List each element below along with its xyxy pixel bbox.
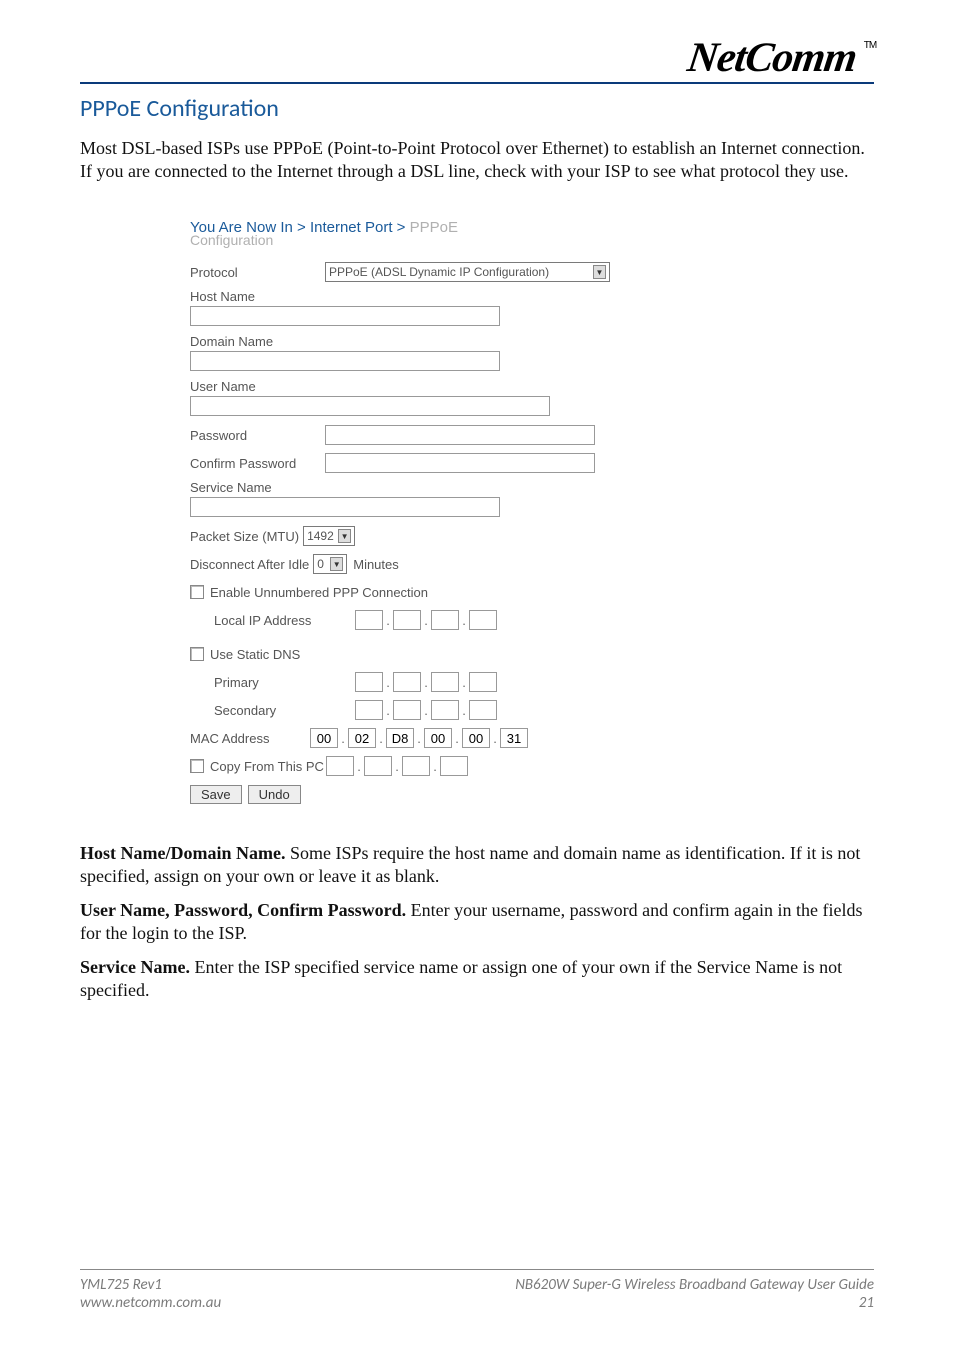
mac-5[interactable] <box>462 728 490 748</box>
local-ip-2[interactable] <box>393 610 421 630</box>
secondary-dns-4[interactable] <box>469 700 497 720</box>
page-footer: YML725 Rev1 www.netcomm.com.au NB620W Su… <box>80 1269 874 1312</box>
service-name-label: Service Name <box>190 480 272 495</box>
footer-right: NB620W Super-G Wireless Broadband Gatewa… <box>515 1276 874 1312</box>
netcomm-logo: NetComm TM <box>685 34 878 82</box>
disconnect-suffix: Minutes <box>353 557 399 572</box>
local-ip-1[interactable] <box>355 610 383 630</box>
disconnect-value: 0 <box>317 557 324 571</box>
host-name-paragraph: Host Name/Domain Name. Some ISPs require… <box>80 842 874 887</box>
footer-guide-title: NB620W Super-G Wireless Broadband Gatewa… <box>515 1276 874 1294</box>
local-ip-group: . . . <box>355 610 497 630</box>
domain-name-input[interactable] <box>190 351 500 371</box>
user-name-input[interactable] <box>190 396 550 416</box>
service-name-text: Enter the ISP specified service name or … <box>80 957 842 1000</box>
undo-button[interactable]: Undo <box>248 785 301 804</box>
copy-from-pc-label: Copy From This PC <box>210 759 326 774</box>
password-label: Password <box>190 428 325 443</box>
protocol-select[interactable]: PPPoE (ADSL Dynamic IP Configuration) ▼ <box>325 262 610 282</box>
password-input[interactable] <box>325 425 595 445</box>
primary-dns-1[interactable] <box>355 672 383 692</box>
protocol-value: PPPoE (ADSL Dynamic IP Configuration) <box>329 265 549 279</box>
chevron-down-icon: ▼ <box>338 529 351 543</box>
footer-url: www.netcomm.com.au <box>80 1294 221 1312</box>
footer-page-number: 21 <box>515 1294 874 1312</box>
footer-revision: YML725 Rev1 <box>80 1276 221 1294</box>
copy-pc-2[interactable] <box>364 756 392 776</box>
protocol-label: Protocol <box>190 265 325 280</box>
logo-text: NetComm <box>685 35 859 81</box>
disconnect-select[interactable]: 0 ▼ <box>313 554 347 574</box>
enable-unnumbered-checkbox[interactable] <box>190 585 204 599</box>
config-form-screenshot: You Are Now In > Internet Port > PPPoE C… <box>190 220 750 804</box>
page-header: NetComm TM <box>80 20 874 84</box>
mac-1[interactable] <box>310 728 338 748</box>
service-name-paragraph: Service Name. Enter the ISP specified se… <box>80 956 874 1001</box>
host-name-label: Host Name <box>190 289 255 304</box>
confirm-password-label: Confirm Password <box>190 456 325 471</box>
trademark-symbol: TM <box>863 40 875 51</box>
host-name-input[interactable] <box>190 306 500 326</box>
chevron-down-icon: ▼ <box>330 557 343 571</box>
primary-dns-2[interactable] <box>393 672 421 692</box>
copy-pc-4[interactable] <box>440 756 468 776</box>
local-ip-3[interactable] <box>431 610 459 630</box>
primary-dns-3[interactable] <box>431 672 459 692</box>
enable-unnumbered-label: Enable Unnumbered PPP Connection <box>210 585 428 600</box>
user-name-paragraph: User Name, Password, Confirm Password. E… <box>80 899 874 944</box>
local-ip-label: Local IP Address <box>190 613 345 628</box>
use-static-dns-label: Use Static DNS <box>210 647 300 662</box>
breadcrumb: You Are Now In > Internet Port > PPPoE C… <box>190 220 750 247</box>
primary-dns-label: Primary <box>190 675 345 690</box>
page-title: PPPoE Configuration <box>80 94 874 123</box>
disconnect-label: Disconnect After Idle <box>190 557 309 572</box>
domain-name-label: Domain Name <box>190 334 273 349</box>
mtu-select[interactable]: 1492 ▼ <box>303 526 355 546</box>
mac-3[interactable] <box>386 728 414 748</box>
mac-2[interactable] <box>348 728 376 748</box>
host-name-strong: Host Name/Domain Name. <box>80 843 285 863</box>
user-name-label: User Name <box>190 379 256 394</box>
primary-dns-4[interactable] <box>469 672 497 692</box>
breadcrumb-last: PPPoE <box>410 219 458 236</box>
service-name-input[interactable] <box>190 497 500 517</box>
copy-pc-ip-group: . . . <box>326 756 468 776</box>
primary-dns-group: . . . <box>355 672 497 692</box>
copy-pc-3[interactable] <box>402 756 430 776</box>
chevron-down-icon: ▼ <box>593 265 606 279</box>
local-ip-4[interactable] <box>469 610 497 630</box>
secondary-dns-group: . . . <box>355 700 497 720</box>
copy-from-pc-checkbox[interactable] <box>190 759 204 773</box>
mac-address-label: MAC Address <box>190 731 310 746</box>
service-name-strong: Service Name. <box>80 957 190 977</box>
mac-address-group: . . . . . <box>310 728 528 748</box>
footer-left: YML725 Rev1 www.netcomm.com.au <box>80 1276 221 1312</box>
use-static-dns-checkbox[interactable] <box>190 647 204 661</box>
user-name-strong: User Name, Password, Confirm Password. <box>80 900 406 920</box>
secondary-dns-3[interactable] <box>431 700 459 720</box>
mac-4[interactable] <box>424 728 452 748</box>
mac-6[interactable] <box>500 728 528 748</box>
confirm-password-input[interactable] <box>325 453 595 473</box>
secondary-dns-2[interactable] <box>393 700 421 720</box>
mtu-value: 1492 <box>307 529 334 543</box>
save-button[interactable]: Save <box>190 785 242 804</box>
copy-pc-1[interactable] <box>326 756 354 776</box>
intro-paragraph: Most DSL-based ISPs use PPPoE (Point-to-… <box>80 137 874 182</box>
secondary-dns-label: Secondary <box>190 703 345 718</box>
secondary-dns-1[interactable] <box>355 700 383 720</box>
mtu-label: Packet Size (MTU) <box>190 529 299 544</box>
